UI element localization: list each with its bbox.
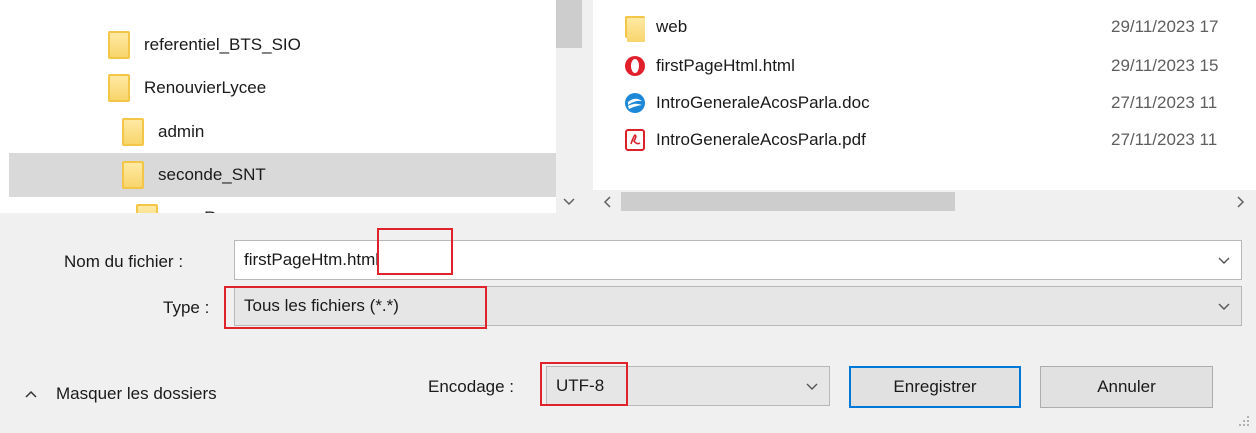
file-row-introgenerale-doc[interactable]: IntroGeneraleAcosParla.doc 27/11/2023 11 [593,86,1256,120]
hide-folders-label: Masquer les dossiers [56,384,217,403]
filename-label: Nom du fichier : [64,252,184,271]
folder-icon [122,118,144,146]
tree-item-admin[interactable]: admin [0,110,556,154]
type-select[interactable]: Tous les fichiers (*.*) [234,286,1242,326]
file-name: web [656,17,688,36]
tree-item-label: referentiel_BTS_SIO [144,35,301,54]
tree-scroll-down-button[interactable] [556,190,582,213]
file-list-scroll-thumb[interactable] [621,192,955,211]
pdf-icon [623,128,647,152]
folder-icon [623,15,647,42]
tree-item-mayro[interactable]: mayRo [0,196,556,213]
type-value: Tous les fichiers (*.*) [244,296,399,315]
chevron-down-icon [563,197,575,205]
opera-icon [623,54,647,78]
chevron-left-icon [603,195,611,208]
save-button[interactable]: Enregistrer [849,366,1021,408]
tree-item-label: mayRo [172,208,226,213]
folder-icon [136,204,158,213]
filename-text-part2: .html [342,250,380,269]
file-name: firstPageHtml.html [656,56,795,75]
tree-item-label: seconde_SNT [158,165,266,184]
tree-item-label: admin [158,122,205,141]
folder-tree-pane[interactable]: referentiel_BTS_SIO RenouvierLycee admin… [0,0,582,213]
chevron-right-icon [1237,195,1245,208]
tree-item-seconde-snt[interactable]: seconde_SNT [9,153,556,197]
encoding-select[interactable]: UTF-8 [546,366,830,406]
cancel-button[interactable]: Annuler [1040,366,1213,408]
folder-icon [108,31,130,59]
filename-text-part1: firstPageHtm [244,250,343,269]
chevron-up-icon [25,390,37,398]
tree-item-label: RenouvierLycee [144,78,267,97]
scroll-right-button[interactable] [1230,190,1252,213]
folder-icon [122,161,144,189]
save-button-label: Enregistrer [893,377,977,396]
file-date: 27/11/2023 11 [1111,130,1218,149]
chevron-down-icon [806,383,818,390]
file-row-firstpagehtml[interactable]: firstPageHtml.html 29/11/2023 15 [593,49,1256,83]
chevron-down-icon[interactable] [1215,251,1233,269]
tree-scroll-thumb[interactable] [556,0,582,48]
file-date: 29/11/2023 17 [1111,17,1219,36]
hide-folders-toggle[interactable]: Masquer les dossiers [24,384,217,404]
file-list-pane[interactable]: web 29/11/2023 17 firstPageHtml.html 29/… [593,0,1256,213]
encoding-label: Encodage : [428,377,515,396]
tree-item-referentiel-bts-sio[interactable]: referentiel_BTS_SIO [0,23,556,67]
folder-icon [108,74,130,102]
tree-item-renouvierlycee[interactable]: RenouvierLycee [0,66,556,110]
file-name: IntroGeneraleAcosParla.doc [656,93,870,112]
scroll-left-button[interactable] [596,190,618,213]
chevron-down-icon [1218,303,1230,310]
file-row-web[interactable]: web 29/11/2023 17 [593,10,1256,44]
file-date: 29/11/2023 15 [1111,56,1219,75]
filename-input[interactable]: firstPageHtm .html [234,240,1242,280]
encoding-value: UTF-8 [556,376,605,395]
file-row-introgenerale-pdf[interactable]: IntroGeneraleAcosParla.pdf 27/11/2023 11 [593,123,1256,157]
cancel-button-label: Annuler [1097,377,1156,396]
resize-grip-icon[interactable] [1236,413,1250,427]
file-date: 27/11/2023 11 [1111,93,1218,112]
file-name: IntroGeneraleAcosParla.pdf [656,130,866,149]
libreoffice-writer-icon [623,91,647,115]
type-label: Type : [163,298,210,317]
